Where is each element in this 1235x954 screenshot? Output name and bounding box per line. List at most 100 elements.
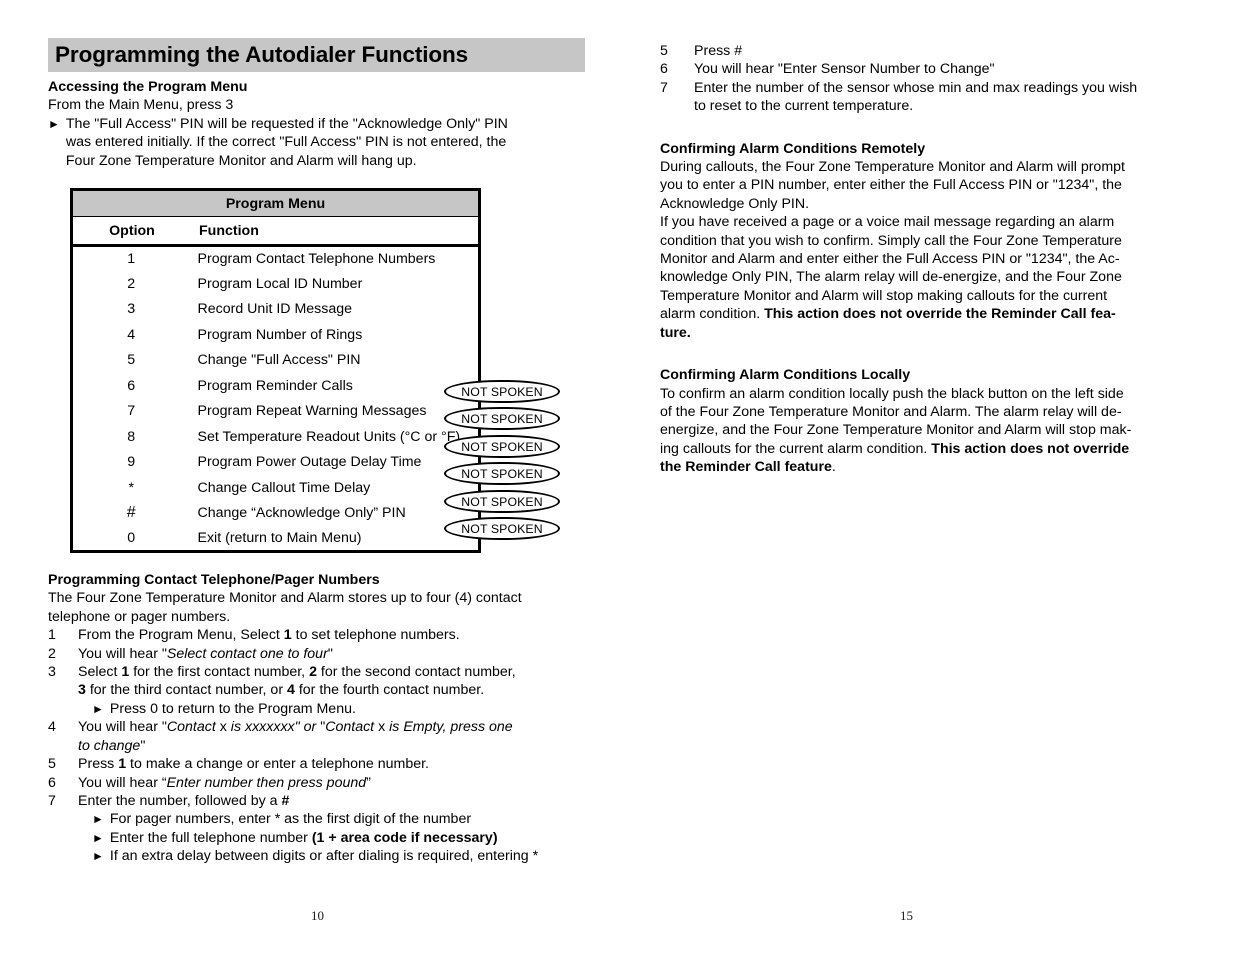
step-row: 6 You will hear “Enter number then press…	[48, 774, 588, 792]
step-number: 5	[48, 756, 56, 773]
option-cell: 4	[127, 326, 136, 343]
step-4-continuation: to change"	[48, 737, 588, 755]
not-spoken-badge: NOT SPOKEN	[444, 435, 560, 459]
accessing-bullet-1-line-3: Four Zone Temperature Monitor and Alarm …	[65, 152, 417, 169]
step-7-bullet-text: For pager numbers, enter * as the first …	[109, 811, 472, 828]
step-4-i5: is Empty, press one	[389, 719, 513, 736]
step-4-i4: Contact	[325, 719, 375, 736]
remote-p2-line-6: alarm condition. This action does not ov…	[660, 305, 1190, 323]
step-number: 7	[660, 79, 668, 96]
step-row: 4 You will hear "Contact x is xxxxxxx" o…	[48, 718, 588, 736]
function-cell: Change "Full Access" PIN	[197, 352, 361, 369]
local-line-2: of the Four Zone Temperature Monitor and…	[660, 403, 1122, 420]
local-line-1: To confirm an alarm condition locally pu…	[660, 385, 1124, 402]
accessing-bullet-1-line-2: was entered initially. If the correct "F…	[65, 134, 507, 151]
option-cell: 0	[127, 530, 136, 547]
step-4-i2: is xxxxxxx"	[230, 719, 300, 736]
not-spoken-badge: NOT SPOKEN	[444, 490, 560, 514]
local-line-4: ing callouts for the current alarm condi…	[660, 440, 1190, 458]
step-7-bullet: ► Enter the full telephone number (1 + a…	[48, 829, 588, 847]
left-column: Programming the Autodialer Functions Acc…	[48, 38, 588, 866]
step-3-bullet: ► Press 0 to return to the Program Menu.	[48, 700, 588, 718]
table-row: 2 Program Local ID Number	[72, 271, 480, 297]
triangle-bullet-icon: ►	[92, 830, 104, 845]
local-line-5-tail: .	[831, 459, 836, 476]
option-cell: 5	[127, 352, 136, 369]
step-7-bullet-text: If an extra delay between digits or afte…	[109, 848, 539, 865]
step-number: 1	[48, 627, 56, 644]
step-text-post-2: for the second contact number,	[316, 664, 516, 681]
remote-p2-line-7-bold: ture.	[660, 324, 691, 341]
step-text-bold-2: 2	[309, 664, 317, 681]
step-text-post: ”	[366, 774, 371, 791]
option-cell: 3	[127, 301, 136, 318]
program-menu-table-wrapper: Program Menu Option Function 1 Program Co…	[48, 188, 568, 554]
not-spoken-badge: NOT SPOKEN	[444, 462, 560, 486]
step-text-pre: Enter the number, followed by a	[78, 792, 282, 809]
step-text: You will hear "Enter Sensor Number to Ch…	[694, 61, 995, 78]
triangle-bullet-icon: ►	[92, 812, 104, 827]
table-row: 5 Change "Full Access" PIN	[72, 348, 480, 374]
section-confirming-remotely: Confirming Alarm Conditions Remotely Dur…	[660, 140, 1190, 342]
program-menu-table: Program Menu Option Function 1 Program Co…	[70, 188, 481, 554]
step-number: 7	[48, 792, 56, 809]
step-4-line2-italic: to change	[78, 737, 141, 754]
step-3-bold-3: 3	[78, 682, 86, 699]
section-accessing-program-menu: Accessing the Program Menu From the Main…	[48, 78, 588, 170]
step-text: You will hear "Contact x is xxxxxxx" or …	[78, 718, 588, 736]
table-row: 1 Program Contact Telephone Numbers	[72, 246, 480, 272]
step-7-bullet: ► If an extra delay between digits or af…	[48, 847, 588, 865]
step-row: 1 From the Program Menu, Select 1 to set…	[48, 626, 588, 644]
step-text-pre: From the Program Menu, Select	[78, 627, 284, 644]
not-spoken-badge: NOT SPOKEN	[444, 517, 560, 541]
step-text-pre: You will hear “	[78, 774, 167, 791]
function-cell: Program Number of Rings	[197, 326, 363, 343]
step-row: 3 Select 1 for the first contact number,…	[48, 663, 588, 681]
step-text-bold: 1	[283, 627, 292, 644]
remote-p2-line-6-normal: alarm condition.	[660, 306, 765, 323]
step-number: 2	[48, 645, 56, 662]
step-3-bold-4: 4	[286, 682, 295, 699]
triangle-bullet-icon: ►	[48, 116, 60, 131]
section-heading-local: Confirming Alarm Conditions Locally	[660, 367, 911, 384]
step-text: Select 1 for the first contact number, 2…	[78, 663, 588, 681]
function-cell: Program Reminder Calls	[197, 377, 353, 394]
remote-p2-line-2: condition that you wish to confirm. Simp…	[660, 232, 1122, 249]
step-number: 4	[48, 719, 56, 736]
document-page: Programming the Autodialer Functions Acc…	[0, 0, 1235, 954]
option-cell: 6	[127, 377, 136, 394]
local-line-4-normal: ing callouts for the current alarm condi…	[660, 440, 932, 457]
step-3-bullet-text: Press 0 to return to the Program Menu.	[109, 700, 356, 717]
not-spoken-badge: NOT SPOKEN	[444, 380, 560, 404]
program-menu-table-title: Program Menu	[71, 189, 480, 218]
table-row: 8 Set Temperature Readout Units (°C or °…	[72, 424, 480, 450]
step-number: 6	[660, 61, 668, 78]
function-cell: Change “Acknowledge Only” PIN	[197, 505, 406, 522]
step-text-bold: #	[281, 792, 290, 809]
step-3-continuation: 3 for the third contact number, or 4 for…	[48, 681, 588, 699]
step-text: Press 1 to make a change or enter a tele…	[78, 755, 588, 773]
page-number-right: 15	[900, 908, 913, 923]
table-row: 6 Program Reminder Calls	[72, 373, 480, 399]
step-4-d: x	[374, 719, 390, 736]
remote-p1-line-2: you to enter a PIN number, enter either …	[660, 177, 1122, 194]
option-cell: 1	[127, 251, 136, 268]
section-programming-contact-numbers: Programming Contact Telephone/Pager Numb…	[48, 571, 588, 866]
accessing-bullet-1-line-1: The "Full Access" PIN will be requested …	[65, 115, 508, 132]
remote-p2-line-3: Monitor and Alarm and enter either the F…	[660, 251, 1120, 268]
local-line-4-bold: This action does not override	[931, 440, 1130, 457]
contact-steps-list: 1 From the Program Menu, Select 1 to set…	[48, 626, 588, 865]
step-7-continuation: to reset to the current temperature.	[694, 98, 914, 115]
local-line-5-bold: the Reminder Call feature	[660, 459, 832, 476]
option-cell: 9	[127, 454, 136, 471]
option-cell: 2	[127, 275, 136, 292]
function-cell: Record Unit ID Message	[197, 301, 353, 318]
step-4-i3: or	[299, 719, 321, 736]
step-number: 3	[48, 664, 56, 681]
function-cell: Set Temperature Readout Units (°C or °F)	[197, 428, 461, 445]
sensor-steps-list: 5 Press # 6 You will hear "Enter Sensor …	[660, 42, 1190, 116]
function-cell: Change Callout Time Delay	[197, 479, 371, 496]
table-row: 3 Record Unit ID Message	[72, 297, 480, 323]
